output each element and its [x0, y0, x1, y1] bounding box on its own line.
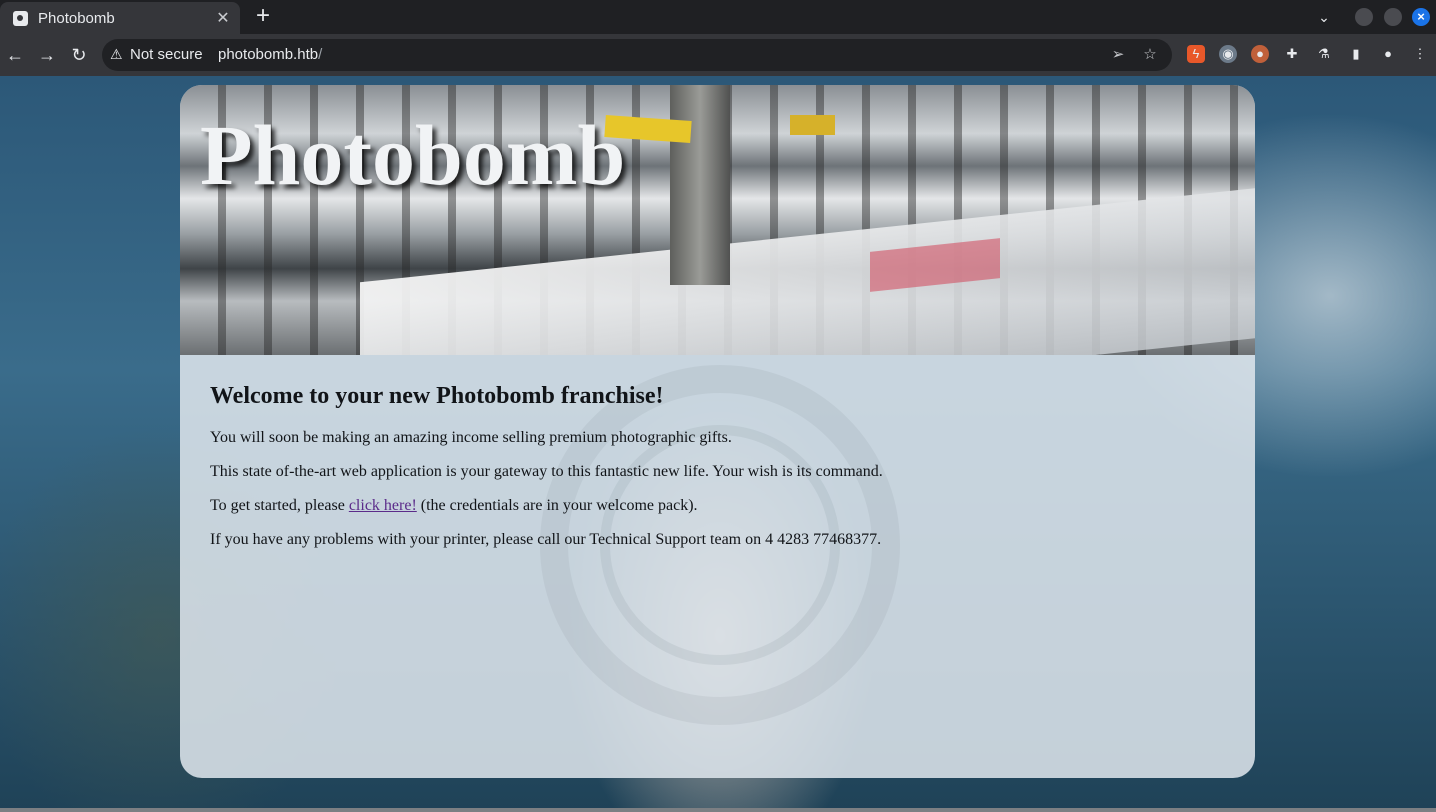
extension-flash-icon[interactable]: ϟ [1187, 45, 1205, 63]
page-viewport: Photobomb Welcome to your new Photobomb … [0, 76, 1436, 812]
reload-icon[interactable]: ↻ [68, 44, 90, 66]
tab-title: Photobomb [38, 9, 115, 27]
extension-cookie-icon[interactable]: ● [1251, 45, 1269, 63]
tab-close-icon[interactable]: ✕ [214, 8, 232, 28]
hero-paper-roll [360, 187, 1255, 355]
welcome-content: Welcome to your new Photobomb franchise!… [210, 383, 1210, 564]
minimize-button[interactable] [1355, 8, 1373, 26]
lab-flask-icon[interactable]: ⚗ [1315, 45, 1333, 63]
hero-rot-label [790, 115, 835, 135]
get-started-paragraph: To get started, please click here! (the … [210, 496, 1210, 515]
favicon-icon [13, 10, 28, 26]
tab-search-icon[interactable]: ⌄ [1314, 7, 1334, 27]
intro-paragraph: You will soon be making an amazing incom… [210, 429, 732, 446]
tab-strip: Photobomb ✕ + ⌄ × [0, 0, 1436, 34]
send-icon[interactable]: ➢ [1108, 45, 1128, 65]
main-card: Photobomb Welcome to your new Photobomb … [180, 85, 1255, 778]
forward-arrow-icon[interactable]: → [36, 44, 58, 66]
browser-toolbar: ← → ↻ ⚠ Not secure photobomb.htb/ ➢ ☆ ϟ … [0, 34, 1436, 76]
hero-printer-bracket [670, 85, 730, 285]
close-window-button[interactable]: × [1412, 8, 1430, 26]
maximize-button[interactable] [1384, 8, 1402, 26]
puzzle-icon[interactable]: ✚ [1283, 45, 1301, 63]
hero-banner-image: Photobomb [180, 85, 1255, 355]
kebab-menu-icon[interactable]: ⋮ [1411, 45, 1429, 63]
gateway-paragraph: This state of-the-art web application is… [210, 463, 883, 480]
url-host: photobomb.htb [218, 46, 319, 63]
address-bar[interactable]: ⚠ Not secure photobomb.htb/ ➢ ☆ [102, 39, 1172, 71]
horizontal-scrollbar[interactable] [0, 808, 1436, 812]
get-started-text: To get started, please [210, 497, 349, 514]
page-title: Photobomb [200, 107, 626, 203]
credentials-note: (the credentials are in your welcome pac… [416, 497, 698, 514]
welcome-heading: Welcome to your new Photobomb franchise! [210, 383, 664, 409]
new-tab-button[interactable]: + [252, 4, 274, 28]
url-text[interactable]: photobomb.htb/ [218, 46, 322, 63]
warning-triangle-icon[interactable]: ⚠ [110, 46, 123, 63]
url-path: / [318, 46, 323, 63]
security-label[interactable]: Not secure [130, 46, 203, 63]
click-here-link[interactable]: click here! [349, 497, 417, 514]
profile-icon[interactable]: ● [1379, 45, 1397, 63]
browser-tab[interactable]: Photobomb ✕ [0, 2, 240, 34]
back-arrow-icon[interactable]: ← [4, 44, 26, 66]
extension-owl-icon[interactable]: ◉ [1219, 45, 1237, 63]
bookmark-star-icon[interactable]: ☆ [1140, 45, 1160, 65]
support-paragraph: If you have any problems with your print… [210, 531, 882, 548]
side-panel-icon[interactable]: ▮ [1347, 45, 1365, 63]
